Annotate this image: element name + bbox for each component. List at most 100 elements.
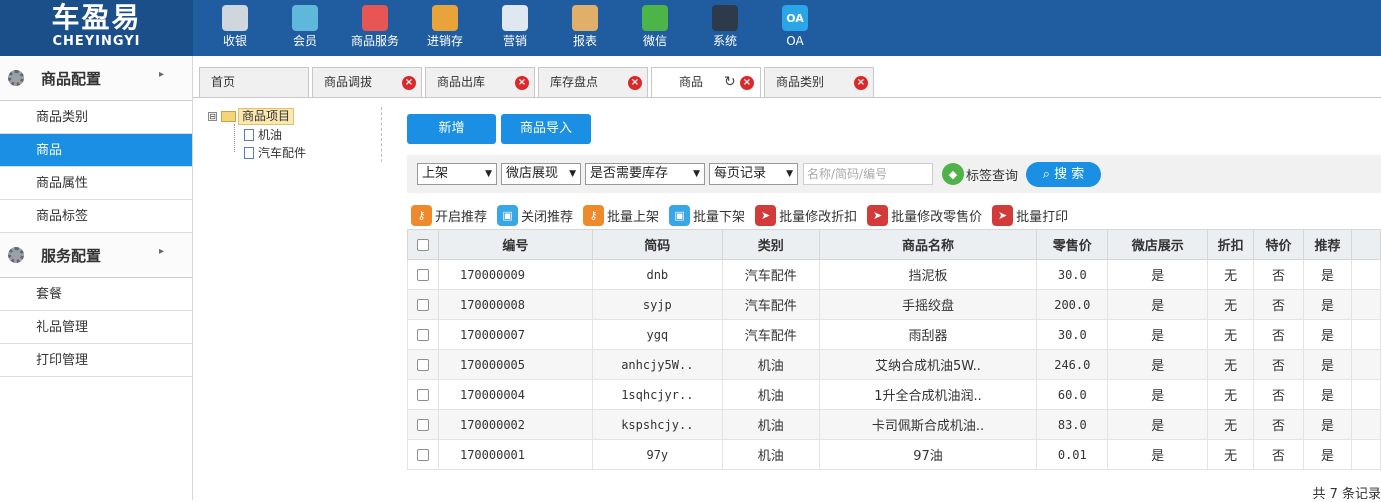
refresh-icon[interactable]: ↻: [724, 74, 736, 90]
batch-action-1[interactable]: ▣ 关闭推荐: [497, 204, 573, 226]
close-icon[interactable]: ×: [402, 76, 416, 90]
close-icon[interactable]: ×: [740, 76, 754, 90]
search-button[interactable]: ⌕ 搜 索: [1026, 162, 1101, 187]
nav-item-label: 微信: [642, 34, 667, 48]
tab-label: 库存盘点: [550, 75, 599, 89]
sidebar-item[interactable]: 礼品管理: [0, 311, 192, 344]
stock-required-select[interactable]: 是否需要库存 ▼: [585, 163, 705, 185]
column-header[interactable]: 特价: [1253, 229, 1304, 260]
table-cell: syjp: [591, 289, 723, 320]
select-all-checkbox[interactable]: [416, 238, 429, 251]
page-size-select[interactable]: 每页记录 ▼: [709, 163, 798, 185]
table-cell: 是: [1107, 259, 1209, 290]
table-cell: 是: [1303, 379, 1352, 410]
sidebar-item[interactable]: 套餐: [0, 278, 192, 311]
megaphone-icon: [502, 5, 528, 31]
tab-0[interactable]: 首页: [199, 67, 309, 97]
batch-action-3[interactable]: ▣ 批量下架: [669, 204, 745, 226]
column-header[interactable]: 商品名称: [818, 229, 1038, 260]
table-cell-spacer: [1350, 409, 1381, 440]
nav-item-2[interactable]: 商品服务: [340, 0, 410, 56]
table-cell: 无: [1207, 259, 1255, 290]
select-all-cell: [407, 229, 439, 260]
lock-icon: ▣: [497, 204, 519, 226]
row-checkbox[interactable]: [416, 419, 429, 431]
collapse-icon[interactable]: ⊟: [208, 112, 217, 121]
close-icon[interactable]: ×: [854, 76, 868, 90]
sidebar-item[interactable]: 商品属性: [0, 167, 192, 200]
record-count: 共 7 条记录: [1312, 487, 1381, 502]
sidebar-item[interactable]: 商品: [0, 134, 192, 167]
batch-action-5[interactable]: ➤ 批量修改零售价: [867, 204, 982, 226]
tab-bar: 首页 商品调拔 × 商品出库 × 库存盘点 × 商品 ↻ × 商品类别 ×: [199, 67, 877, 98]
sidebar: 商品配置 ▸ 商品类别 商品 商品属性 商品标签 服务配置 ▸ 套餐 礼品管理 打印管理: [0, 56, 193, 500]
tag-query-button[interactable]: ◆ 标签查询: [942, 163, 1018, 185]
tree-root[interactable]: ⊟ 商品项目: [208, 108, 295, 125]
tab-1[interactable]: 商品调拔 ×: [312, 67, 422, 97]
close-icon[interactable]: ×: [515, 76, 529, 90]
nav-item-label: 进销存: [426, 34, 463, 48]
nav-item-4[interactable]: 营销: [480, 0, 550, 56]
table-row[interactable]: 170000005 anhcjy5W.. 机油 艾纳合成机油5W.. 246.0 是无否是: [407, 349, 1381, 380]
shop-display-select[interactable]: 微店展现 ▼: [501, 163, 581, 185]
nav-item-3[interactable]: 进销存: [410, 0, 480, 56]
sidebar-section-service-config[interactable]: 服务配置 ▸: [0, 233, 192, 278]
folder-icon: [221, 111, 236, 122]
tab-5[interactable]: 商品类别 ×: [764, 67, 874, 97]
tab-4[interactable]: 商品 ↻ ×: [651, 67, 761, 98]
row-checkbox[interactable]: [416, 449, 429, 461]
batch-action-4[interactable]: ➤ 批量修改折扣: [755, 204, 857, 226]
import-product-button[interactable]: 商品导入: [501, 114, 591, 144]
tab-3[interactable]: 库存盘点 ×: [538, 67, 648, 97]
nav-item-1[interactable]: 会员: [270, 0, 340, 56]
sidebar-item[interactable]: 打印管理: [0, 344, 192, 377]
batch-action-0[interactable]: ⚷ 开启推荐: [411, 204, 488, 226]
row-checkbox[interactable]: [416, 389, 429, 401]
column-header[interactable]: 编号: [437, 229, 593, 260]
batch-action-label: 开启推荐: [435, 209, 488, 225]
search-input[interactable]: [803, 163, 933, 185]
sidebar-item[interactable]: 商品类别: [0, 101, 192, 134]
table-row[interactable]: 170000004 1sqhcjyr.. 机油 1升全合成机油润.. 60.0 是无否是: [407, 379, 1381, 410]
table-cell: 雨刮器: [818, 319, 1038, 350]
table-cell: 机油: [721, 349, 820, 380]
table-cell: 汽车配件: [721, 289, 820, 320]
column-header[interactable]: 微店展示: [1107, 229, 1209, 260]
column-header[interactable]: 类别: [721, 229, 820, 260]
table-row[interactable]: 170000002 kspshcjy.. 机油 卡司佩斯合成机油.. 83.0 是无否是: [407, 409, 1381, 440]
row-checkbox[interactable]: [416, 269, 429, 281]
column-header[interactable]: 折扣: [1207, 229, 1255, 260]
column-header[interactable]: 零售价: [1036, 229, 1109, 260]
status-select[interactable]: 上架 ▼: [417, 163, 497, 185]
nav-item-5[interactable]: 报表: [550, 0, 620, 56]
row-checkbox[interactable]: [416, 299, 429, 311]
batch-action-2[interactable]: ⚷ 批量上架: [583, 204, 659, 226]
tree-node-label: 机油: [258, 128, 283, 142]
nav-item-7[interactable]: 系统: [690, 0, 760, 56]
add-button[interactable]: 新增: [407, 114, 496, 144]
table-row[interactable]: 170000009 dnb 汽车配件 挡泥板 30.0 是无否是: [407, 259, 1381, 290]
table-row[interactable]: 170000001 97y 机油 97油 0.01 是无否是: [407, 439, 1381, 470]
row-checkbox[interactable]: [416, 329, 429, 341]
batch-action-6[interactable]: ➤ 批量打印: [992, 204, 1068, 226]
nav-item-8[interactable]: OA OA: [760, 0, 830, 56]
table-row[interactable]: 170000008 syjp 汽车配件 手摇绞盘 200.0 是无否是: [407, 289, 1381, 320]
tree-node-auto-parts[interactable]: 汽车配件: [244, 144, 306, 161]
table-cell: 170000001: [437, 439, 593, 470]
table-row[interactable]: 170000007 ygq 汽车配件 雨刮器 30.0 是无否是: [407, 319, 1381, 350]
nav-item-6[interactable]: 微信: [620, 0, 690, 56]
table-cell: 170000004: [437, 379, 593, 410]
tree-node-engine-oil[interactable]: 机油: [244, 126, 282, 143]
column-header[interactable]: 推荐: [1303, 229, 1352, 260]
column-header[interactable]: 简码: [591, 229, 723, 260]
row-checkbox[interactable]: [416, 359, 429, 371]
gear-icon: [8, 70, 24, 86]
tab-2[interactable]: 商品出库 ×: [425, 67, 535, 97]
table-cell: 是: [1303, 259, 1352, 290]
nav-item-0[interactable]: 收银: [200, 0, 270, 56]
sidebar-item[interactable]: 商品标签: [0, 200, 192, 233]
logo[interactable]: 车盈易 CHEYINGYI: [0, 0, 193, 56]
row-select-cell: [407, 289, 439, 320]
sidebar-section-product-config[interactable]: 商品配置 ▸: [0, 56, 192, 101]
close-icon[interactable]: ×: [628, 76, 642, 90]
